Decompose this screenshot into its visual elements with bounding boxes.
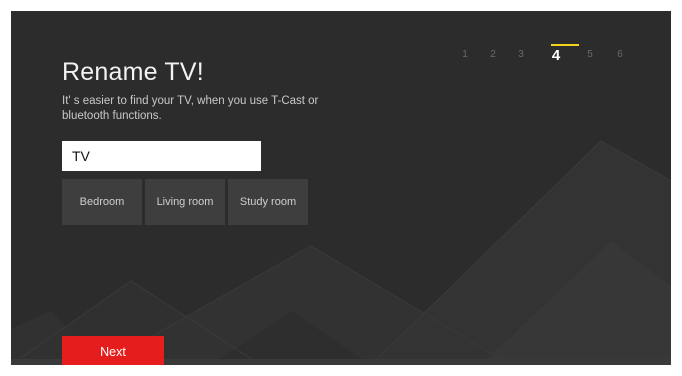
preset-living-room-button[interactable]: Living room — [145, 179, 225, 225]
step-2: 2 — [490, 49, 496, 60]
preset-study-room-button[interactable]: Study room — [228, 179, 308, 225]
step-3: 3 — [518, 49, 524, 60]
page-title: Rename TV! — [62, 58, 204, 86]
active-step-underline — [551, 44, 579, 46]
step-4-current: 4 — [551, 47, 561, 64]
tv-name-input[interactable] — [62, 141, 261, 171]
step-1: 1 — [462, 49, 468, 60]
setup-screen: Rename TV! It' s easier to find your TV,… — [11, 11, 671, 365]
name-presets: Bedroom Living room Study room — [62, 179, 308, 225]
step-6: 6 — [617, 49, 623, 60]
step-5: 5 — [587, 49, 593, 60]
next-button[interactable]: Next — [62, 336, 164, 365]
preset-bedroom-button[interactable]: Bedroom — [62, 179, 142, 225]
page-subtitle: It' s easier to find your TV, when you u… — [62, 95, 319, 122]
